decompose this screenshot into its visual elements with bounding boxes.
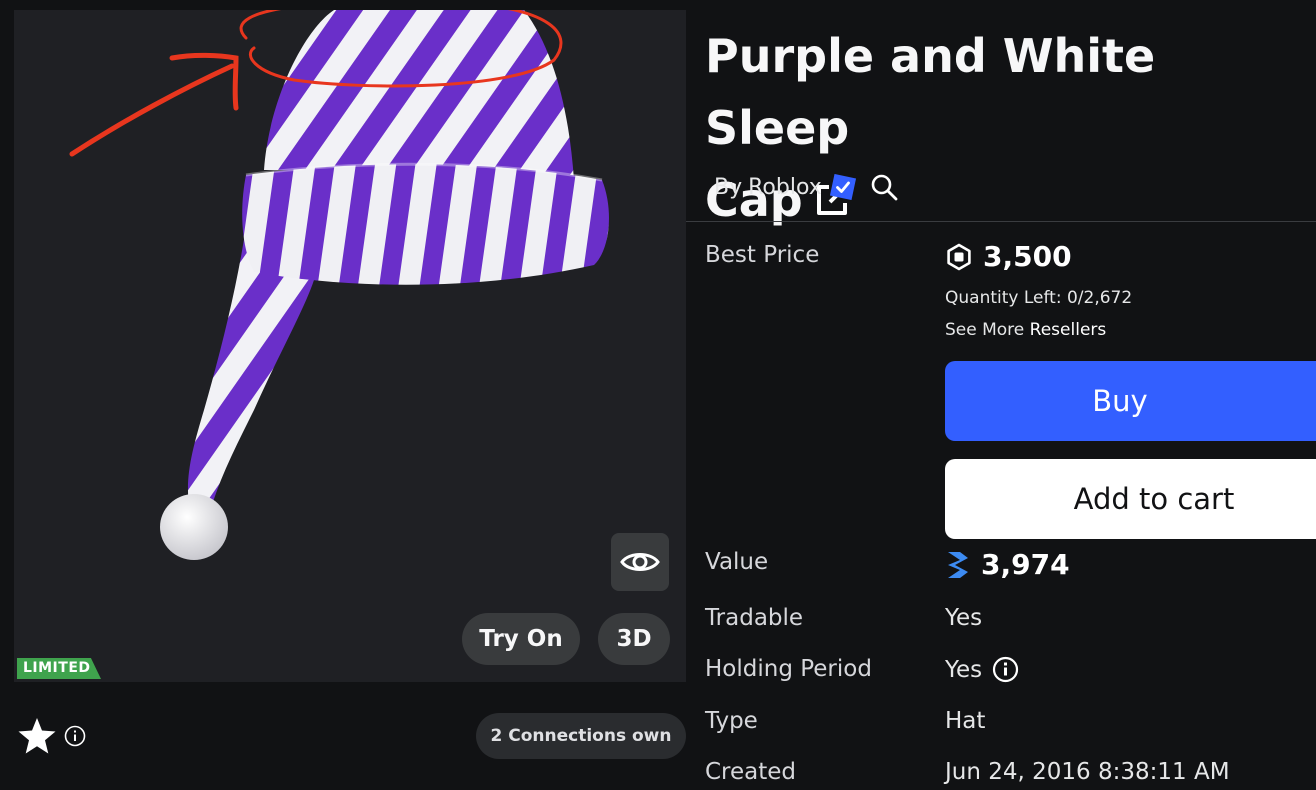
3d-view-button[interactable]: 3D <box>598 613 670 665</box>
limited-badge: LIMITED <box>17 658 101 679</box>
tradable-label: Tradable <box>705 605 804 631</box>
info-icon[interactable] <box>64 725 86 747</box>
quantity-left: Quantity Left: 0/2,672 <box>945 288 1133 308</box>
best-price-value: 3,500 <box>983 240 1072 273</box>
toggle-visibility-button[interactable] <box>611 533 669 591</box>
holding-period: Yes <box>945 656 1019 683</box>
item-title-line1: Purple and White Sleep <box>705 29 1156 155</box>
value-amount: 3,974 <box>981 548 1070 581</box>
eye-icon <box>620 553 660 571</box>
add-to-cart-button[interactable]: Add to cart <box>945 459 1316 539</box>
type-value: Hat <box>945 708 986 734</box>
rolimons-value-icon <box>948 551 968 578</box>
header-divider <box>686 221 1316 222</box>
value-label: Value <box>705 549 769 575</box>
creator-name-link[interactable]: Roblox <box>748 175 822 200</box>
best-price: 3,500 <box>945 240 1072 273</box>
value: 3,974 <box>945 548 1070 581</box>
verified-badge-icon <box>829 174 856 200</box>
try-on-button[interactable]: Try On <box>462 613 580 665</box>
resellers-link[interactable]: Resellers <box>1030 320 1107 340</box>
holding-period-label: Holding Period <box>705 656 872 682</box>
creator-prefix: By <box>714 174 743 200</box>
info-icon[interactable] <box>992 656 1019 683</box>
see-more-resellers[interactable]: See More Resellers <box>945 320 1106 340</box>
item-viewer[interactable]: Try On 3D LIMITED <box>14 10 686 682</box>
robux-icon <box>947 243 971 270</box>
buy-button[interactable]: Buy <box>945 361 1316 441</box>
annotation-arrow <box>69 63 235 157</box>
cap-crown <box>264 10 574 180</box>
cap-band <box>242 164 609 285</box>
search-icon[interactable] <box>870 173 898 201</box>
created-value: Jun 24, 2016 8:38:11 AM <box>945 759 1230 785</box>
star-icon[interactable] <box>17 716 57 756</box>
see-more-prefix: See More <box>945 320 1025 340</box>
item-thumbnail <box>69 10 609 560</box>
type-label: Type <box>705 708 758 734</box>
tradable-value: Yes <box>945 605 983 631</box>
holding-period-value: Yes <box>945 656 983 683</box>
creator-line: By Roblox <box>714 170 898 204</box>
best-price-label: Best Price <box>705 242 820 268</box>
created-label: Created <box>705 759 797 785</box>
connections-own-button[interactable]: 2 Connections own <box>476 713 686 759</box>
pom-pom <box>160 494 228 560</box>
